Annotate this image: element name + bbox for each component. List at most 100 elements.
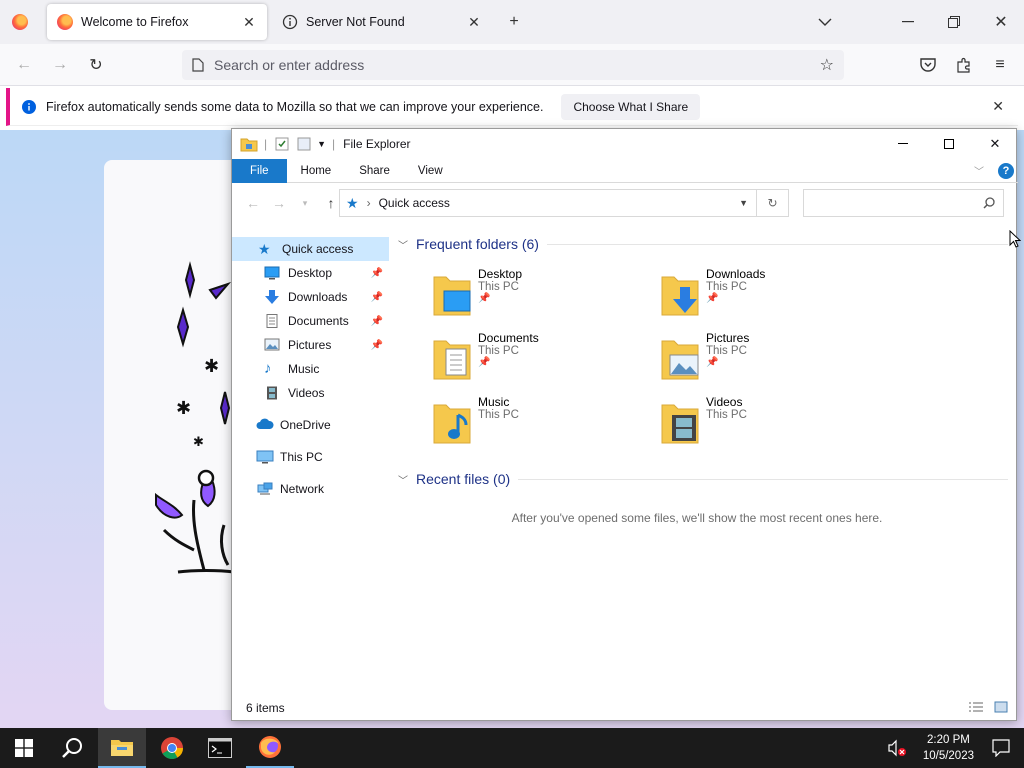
close-tab-icon[interactable]: ✕ (241, 14, 257, 30)
sidebar-item-downloads[interactable]: Downloads 📌 (232, 285, 389, 309)
pin-icon: 📌 (478, 357, 491, 368)
quick-access-star-icon: ★ (346, 194, 359, 211)
sidebar-item-documents[interactable]: Documents 📌 (232, 309, 389, 333)
taskbar-firefox-icon[interactable] (246, 728, 294, 768)
recent-files-header[interactable]: ﹀ Recent files (0) (398, 468, 1008, 490)
hamburger-menu-icon[interactable]: ≡ (986, 51, 1014, 79)
sidebar-item-music[interactable]: ♪ Music (232, 357, 389, 381)
folder-tile-desktop[interactable]: Desktop This PC 📌 (432, 267, 652, 327)
forward-arrow-icon[interactable]: → (46, 51, 74, 79)
svg-text:✱: ✱ (176, 398, 191, 418)
pin-icon: 📌 (478, 293, 491, 304)
explorer-close-icon[interactable]: ✕ (972, 129, 1018, 159)
folder-tile-documents[interactable]: Documents This PC 📌 (432, 331, 652, 391)
minimize-icon[interactable] (894, 8, 922, 36)
expand-ribbon-chevron-icon[interactable]: ﹀ (974, 163, 984, 178)
explorer-title-bar[interactable]: | ▼ | File Explorer ✕ (232, 129, 1018, 159)
sidebar-item-label: Network (280, 482, 325, 496)
taskbar-clock[interactable]: 2:20 PM 10/5/2023 (923, 732, 974, 764)
recent-locations-chevron-icon[interactable]: ▾ (292, 198, 318, 209)
restore-icon[interactable] (940, 8, 968, 36)
clock-date: 10/5/2023 (922, 750, 974, 762)
notifications-icon[interactable] (978, 728, 1024, 768)
taskbar-chrome-icon[interactable] (148, 728, 196, 768)
status-item-count: 6 items (246, 701, 285, 715)
taskbar-file-explorer-icon[interactable] (98, 728, 146, 768)
close-notification-icon[interactable]: ✕ (992, 98, 1004, 115)
sidebar-item-label: Pictures (288, 338, 332, 352)
customize-toolbar-dropdown-icon[interactable]: ▼ (317, 139, 326, 149)
ribbon-tab-file[interactable]: File (232, 158, 287, 183)
sidebar-item-desktop[interactable]: Desktop 📌 (232, 261, 389, 285)
refresh-icon[interactable]: ↻ (757, 189, 789, 217)
explorer-minimize-icon[interactable] (880, 129, 926, 159)
pin-icon: 📌 (370, 291, 383, 303)
frequent-folders-header[interactable]: ﹀ Frequent folders (6) (398, 233, 1008, 255)
choose-what-i-share-button[interactable]: Choose What I Share (561, 93, 701, 120)
close-tab-icon[interactable]: ✕ (466, 14, 482, 30)
folder-documents-icon (432, 337, 472, 381)
sidebar-item-onedrive[interactable]: OneDrive (232, 413, 389, 437)
sidebar-item-network[interactable]: Network (232, 477, 389, 501)
url-placeholder: Search or enter address (214, 57, 365, 73)
sidebar-item-label: This PC (280, 450, 323, 464)
search-box[interactable] (803, 189, 1004, 217)
tab-label: Server Not Found (306, 15, 405, 29)
properties-quick-icon[interactable] (275, 137, 289, 151)
ribbon-tab-share[interactable]: Share (345, 159, 404, 183)
ribbon-tab-home[interactable]: Home (287, 159, 346, 183)
folder-tile-downloads[interactable]: Downloads This PC 📌 (660, 267, 880, 327)
address-row: ← → ▾ ↑ ★ › Quick access ▼ ↻ (232, 185, 1018, 221)
search-icon (983, 197, 995, 209)
url-bar[interactable]: Search or enter address ☆ (182, 50, 844, 80)
pictures-icon (264, 338, 282, 352)
browser-tab-strip: Welcome to Firefox ✕ Server Not Found ✕ … (0, 0, 1024, 44)
folder-tile-pictures[interactable]: Pictures This PC 📌 (660, 331, 880, 391)
content-pane: ﹀ Frequent folders (6) Desktop This PC 📌 D… (392, 233, 1012, 703)
new-folder-quick-icon[interactable] (297, 137, 311, 151)
recent-files-empty-message: After you've opened some files, we'll sh… (511, 511, 883, 525)
collapse-chevron-icon[interactable]: ﹀ (398, 472, 412, 487)
sidebar-item-videos[interactable]: Videos (232, 381, 389, 405)
explorer-maximize-icon[interactable] (926, 129, 972, 159)
taskbar-search-icon[interactable] (48, 728, 96, 768)
volume-muted-icon[interactable] (888, 739, 906, 760)
pin-icon: 📌 (706, 293, 719, 304)
tab-welcome[interactable]: Welcome to Firefox ✕ (47, 4, 267, 40)
sidebar-item-pictures[interactable]: Pictures 📌 (232, 333, 389, 357)
address-bar[interactable]: ★ › Quick access ▼ (339, 189, 757, 217)
collapse-chevron-icon[interactable]: ﹀ (398, 237, 412, 252)
tab-server-not-found[interactable]: Server Not Found ✕ (272, 4, 492, 40)
pin-icon: 📌 (370, 315, 383, 327)
firefox-menu-icon[interactable] (12, 14, 28, 30)
breadcrumb-chevron-icon[interactable]: › (367, 196, 371, 210)
sidebar-item-quick-access[interactable]: ★ Quick access (232, 237, 389, 261)
back-nav-icon[interactable]: ← (240, 195, 266, 211)
page-icon (192, 58, 204, 72)
details-view-icon[interactable] (968, 701, 984, 716)
list-all-tabs-chevron-icon[interactable] (811, 8, 839, 36)
extensions-puzzle-icon[interactable] (950, 51, 978, 79)
address-dropdown-chevron-icon[interactable]: ▼ (739, 198, 748, 208)
close-window-icon[interactable]: ✕ (987, 8, 1015, 36)
start-windows-icon[interactable] (0, 728, 48, 768)
sidebar-item-label: Documents (288, 314, 349, 328)
address-breadcrumb[interactable]: Quick access (379, 196, 450, 210)
taskbar-terminal-icon[interactable] (196, 728, 244, 768)
help-icon[interactable]: ? (998, 162, 1014, 179)
forward-nav-icon[interactable]: → (266, 195, 292, 211)
info-icon (22, 99, 36, 114)
bookmark-star-icon[interactable]: ☆ (820, 55, 834, 75)
group-header-label: Recent files (0) (416, 471, 511, 487)
svg-text:✱: ✱ (204, 356, 219, 376)
reload-icon[interactable]: ↻ (82, 51, 110, 79)
ribbon-tab-view[interactable]: View (404, 159, 457, 183)
ribbon-tabs: File Home Share View ﹀ ? (232, 158, 1018, 183)
folder-tile-music[interactable]: Music This PC (432, 395, 652, 455)
sidebar-item-this-pc[interactable]: This PC (232, 445, 389, 469)
large-icons-view-icon[interactable] (994, 701, 1008, 716)
new-tab-icon[interactable]: + (500, 8, 528, 36)
folder-tile-videos[interactable]: Videos This PC (660, 395, 880, 455)
back-arrow-icon[interactable]: ← (10, 51, 38, 79)
pocket-icon[interactable] (914, 51, 942, 79)
